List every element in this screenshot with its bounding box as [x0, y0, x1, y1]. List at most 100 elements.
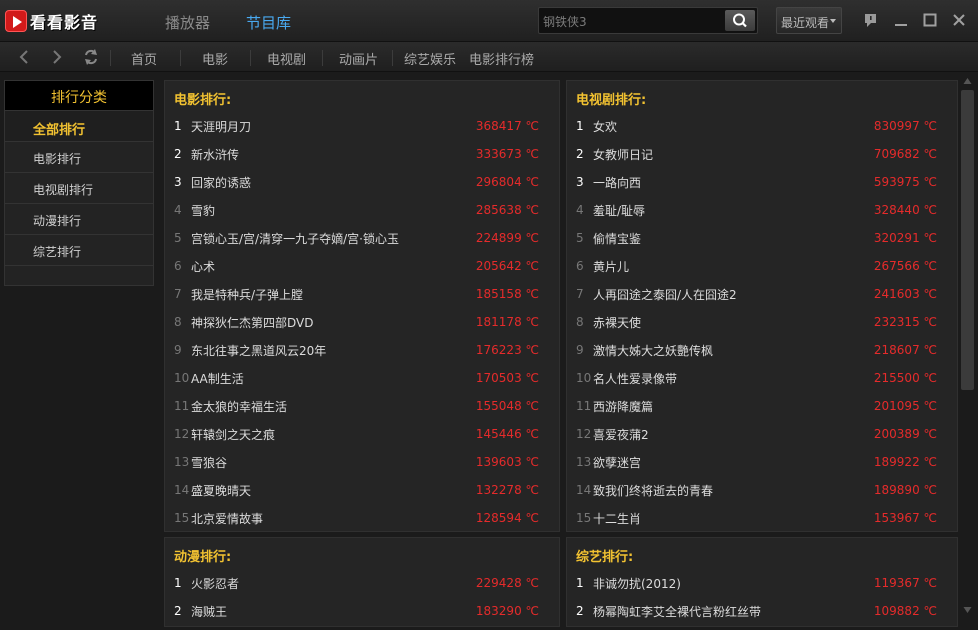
- ranking-title-link[interactable]: 盛夏晚晴天: [191, 482, 251, 499]
- ranking-row[interactable]: 13 欲孽迷宫 189922 ℃: [567, 447, 957, 475]
- ranking-title-link[interactable]: 我是特种兵/子弹上膛: [191, 286, 303, 303]
- ranking-row[interactable]: 9 激情大姊大之妖艷传枫 218607 ℃: [567, 335, 957, 363]
- back-arrow-icon[interactable]: [15, 48, 33, 66]
- ranking-title-link[interactable]: 十二生肖: [593, 510, 641, 527]
- search-button[interactable]: [725, 10, 755, 31]
- tab-player[interactable]: 播放器: [165, 12, 210, 33]
- sidebar-item-movie[interactable]: 电影排行: [5, 142, 153, 173]
- recent-watch-button[interactable]: 最近观看: [776, 7, 842, 34]
- ranking-title-link[interactable]: 海贼王: [191, 603, 227, 620]
- ranking-row[interactable]: 2 女教师日记 709682 ℃: [567, 139, 957, 167]
- ranking-row[interactable]: 4 雪豹 285638 ℃: [165, 195, 559, 223]
- ranking-row[interactable]: 10 名人性爱录像带 215500 ℃: [567, 363, 957, 391]
- ranking-title-link[interactable]: 欲孽迷宫: [593, 454, 641, 471]
- ranking-row[interactable]: 6 黄片儿 267566 ℃: [567, 251, 957, 279]
- rank-number: 7: [174, 287, 182, 301]
- nav-item-anime[interactable]: 动画片: [339, 49, 378, 68]
- ranking-row[interactable]: 13 雪狼谷 139603 ℃: [165, 447, 559, 475]
- ranking-title-link[interactable]: 新水浒传: [191, 146, 239, 163]
- ranking-title-link[interactable]: 女欢: [593, 118, 617, 135]
- ranking-row[interactable]: 4 羞耻/耻辱 328440 ℃: [567, 195, 957, 223]
- ranking-title-link[interactable]: 东北往事之黑道风云20年: [191, 342, 326, 359]
- ranking-row[interactable]: 10 AA制生活 170503 ℃: [165, 363, 559, 391]
- ranking-title-link[interactable]: 偷情宝鉴: [593, 230, 641, 247]
- nav-item-movie[interactable]: 电影: [202, 49, 228, 68]
- ranking-title-link[interactable]: 金太狼的幸福生活: [191, 398, 287, 415]
- ranking-title-link[interactable]: 雪狼谷: [191, 454, 227, 471]
- rank-number: 13: [576, 455, 592, 469]
- rank-number: 4: [576, 203, 584, 217]
- ranking-title-link[interactable]: 激情大姊大之妖艷传枫: [593, 342, 713, 359]
- ranking-title-link[interactable]: 西游降魔篇: [593, 398, 653, 415]
- ranking-row[interactable]: 11 金太狼的幸福生活 155048 ℃: [165, 391, 559, 419]
- ranking-row[interactable]: 1 天涯明月刀 368417 ℃: [165, 111, 559, 139]
- ranking-title-link[interactable]: 回家的诱惑: [191, 174, 251, 191]
- ranking-title-link[interactable]: 心术: [191, 258, 215, 275]
- ranking-row[interactable]: 12 喜爱夜蒲2 200389 ℃: [567, 419, 957, 447]
- nav-item-tv[interactable]: 电视剧: [267, 49, 306, 68]
- rank-number: 9: [174, 343, 182, 357]
- ranking-row[interactable]: 14 致我们终将逝去的青春 189890 ℃: [567, 475, 957, 503]
- ranking-row[interactable]: 11 西游降魔篇 201095 ℃: [567, 391, 957, 419]
- forward-arrow-icon[interactable]: [48, 48, 66, 66]
- nav-item-movie-ranking[interactable]: 电影排行榜: [469, 49, 534, 68]
- scrollbar-thumb[interactable]: [961, 90, 974, 390]
- app-logo[interactable]: 看看影音: [5, 9, 98, 33]
- ranking-title-link[interactable]: 名人性爱录像带: [593, 370, 677, 387]
- ranking-title-link[interactable]: 神探狄仁杰第四部DVD: [191, 314, 313, 331]
- ranking-row[interactable]: 1 非诚勿扰(2012) 119367 ℃: [567, 568, 957, 596]
- ranking-row[interactable]: 15 北京爱情故事 128594 ℃: [165, 503, 559, 531]
- ranking-row[interactable]: 15 十二生肖 153967 ℃: [567, 503, 957, 531]
- ranking-title-link[interactable]: AA制生活: [191, 370, 244, 387]
- ranking-row[interactable]: 5 偷情宝鉴 320291 ℃: [567, 223, 957, 251]
- scroll-up-arrow-icon[interactable]: [962, 76, 973, 87]
- ranking-title-link[interactable]: 一路向西: [593, 174, 641, 191]
- sidebar-item-tv[interactable]: 电视剧排行: [5, 173, 153, 204]
- ranking-title-link[interactable]: 宫锁心玉/宫/清穿一九子夺嫡/宫·锁心玉: [191, 230, 399, 247]
- ranking-title-link[interactable]: 非诚勿扰(2012): [593, 575, 681, 592]
- tab-library[interactable]: 节目库: [246, 12, 291, 33]
- ranking-row[interactable]: 12 轩辕剑之天之痕 145446 ℃: [165, 419, 559, 447]
- ranking-row[interactable]: 9 东北往事之黑道风云20年 176223 ℃: [165, 335, 559, 363]
- ranking-row[interactable]: 2 新水浒传 333673 ℃: [165, 139, 559, 167]
- ranking-row[interactable]: 5 宫锁心玉/宫/清穿一九子夺嫡/宫·锁心玉 224899 ℃: [165, 223, 559, 251]
- scroll-down-arrow-icon[interactable]: [962, 604, 973, 615]
- ranking-row[interactable]: 3 一路向西 593975 ℃: [567, 167, 957, 195]
- ranking-row[interactable]: 6 心术 205642 ℃: [165, 251, 559, 279]
- minimize-icon[interactable]: [892, 11, 910, 29]
- ranking-title-link[interactable]: 女教师日记: [593, 146, 653, 163]
- ranking-row[interactable]: 14 盛夏晚晴天 132278 ℃: [165, 475, 559, 503]
- ranking-row[interactable]: 8 神探狄仁杰第四部DVD 181178 ℃: [165, 307, 559, 335]
- maximize-icon[interactable]: [921, 11, 939, 29]
- nav-item-variety[interactable]: 综艺娱乐: [404, 49, 456, 68]
- ranking-row[interactable]: 7 人再囧途之泰囧/人在囧途2 241603 ℃: [567, 279, 957, 307]
- ranking-row[interactable]: 8 赤裸天使 232315 ℃: [567, 307, 957, 335]
- ranking-title-link[interactable]: 黄片儿: [593, 258, 629, 275]
- ranking-title-link[interactable]: 火影忍者: [191, 575, 239, 592]
- close-icon[interactable]: [950, 11, 968, 29]
- search-input[interactable]: [543, 12, 723, 30]
- ranking-title-link[interactable]: 轩辕剑之天之痕: [191, 426, 275, 443]
- ranking-row[interactable]: 7 我是特种兵/子弹上膛 185158 ℃: [165, 279, 559, 307]
- panel-title: 综艺排行:: [576, 550, 634, 565]
- ranking-row[interactable]: 1 火影忍者 229428 ℃: [165, 568, 559, 596]
- ranking-row[interactable]: 1 女欢 830997 ℃: [567, 111, 957, 139]
- ranking-title-link[interactable]: 北京爱情故事: [191, 510, 263, 527]
- feedback-icon[interactable]: [862, 11, 880, 29]
- ranking-title-link[interactable]: 喜爱夜蒲2: [593, 426, 649, 443]
- ranking-row[interactable]: 2 杨幂陶虹李艾全裸代言粉红丝带 109882 ℃: [567, 596, 957, 624]
- sidebar-item-all[interactable]: 全部排行: [5, 111, 153, 142]
- ranking-row[interactable]: 2 海贼王 183290 ℃: [165, 596, 559, 624]
- ranking-title-link[interactable]: 天涯明月刀: [191, 118, 251, 135]
- sidebar-item-anime[interactable]: 动漫排行: [5, 204, 153, 235]
- ranking-title-link[interactable]: 人再囧途之泰囧/人在囧途2: [593, 286, 737, 303]
- ranking-title-link[interactable]: 赤裸天使: [593, 314, 641, 331]
- ranking-title-link[interactable]: 雪豹: [191, 202, 215, 219]
- ranking-title-link[interactable]: 杨幂陶虹李艾全裸代言粉红丝带: [593, 603, 761, 620]
- nav-item-home[interactable]: 首页: [131, 49, 157, 68]
- ranking-title-link[interactable]: 羞耻/耻辱: [593, 202, 645, 219]
- ranking-row[interactable]: 3 回家的诱惑 296804 ℃: [165, 167, 559, 195]
- sidebar-item-variety[interactable]: 综艺排行: [5, 235, 153, 266]
- ranking-title-link[interactable]: 致我们终将逝去的青春: [593, 482, 713, 499]
- refresh-icon[interactable]: [82, 48, 100, 66]
